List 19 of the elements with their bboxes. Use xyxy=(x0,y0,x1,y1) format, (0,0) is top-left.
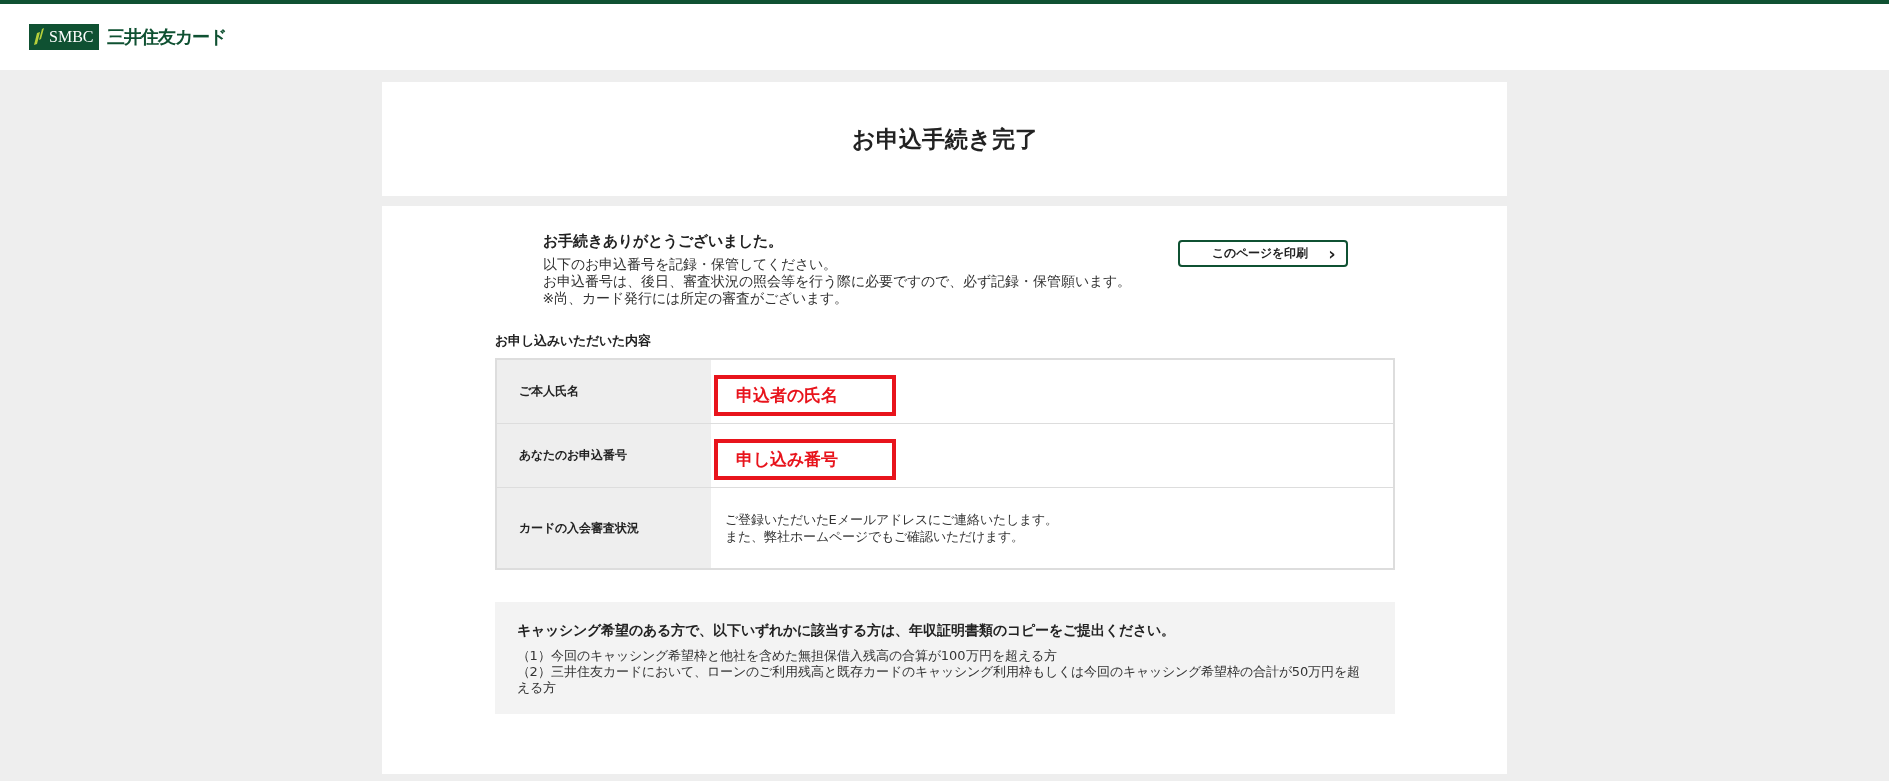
thanks-heading: お手続きありがとうございました。 xyxy=(542,232,784,251)
page-title: お申込手続き完了 xyxy=(851,124,1038,154)
leaf-icon xyxy=(33,28,45,46)
thanks-text: 以下のお申込番号を記録・保管してください。 xyxy=(542,256,838,273)
logo-name[interactable]: 三井住友カード xyxy=(107,25,227,49)
thanks-text: ※尚、カード発行には所定の審査がございます。 xyxy=(542,290,850,307)
notice-item: （1）今回のキャッシング希望枠と他社を含めた無担保借入残高の合算が100万円を超える方 xyxy=(516,648,1058,664)
print-button[interactable]: このページを印刷 › xyxy=(1178,240,1348,267)
row-label: ご本人氏名 xyxy=(496,360,711,423)
highlighted-value: 申し込み番号 xyxy=(713,439,896,480)
notice-item: （2）三井住友カードにおいて、ローンのご利用残高と既存カードのキャッシング利用枠もしくは今回のキャッシング希望枠の合計が50万円を超える方 xyxy=(516,664,1362,696)
thanks-text: お申込番号は、後日、審査状況の照会等を行う際に必要ですので、必ず記録・保管願います。 xyxy=(542,273,1132,290)
logo-mark[interactable]: SMBC xyxy=(29,24,100,50)
row-label: あなたのお申込番号 xyxy=(496,424,711,487)
row-value: ご登録いただいたEメールアドレスにご連絡いたします。 また、弊社ホームページでもご確認いただけます。 xyxy=(723,511,1058,545)
row-label: カードの入会審査状況 xyxy=(496,488,711,568)
highlighted-value: 申込者の氏名 xyxy=(713,375,896,416)
notice-heading: キャッシング希望のある方で、以下いずれかに該当する方は、年収証明書類のコピーをご提出ください。 xyxy=(516,622,1176,640)
section-title: お申し込みいただいた内容 xyxy=(494,332,652,350)
